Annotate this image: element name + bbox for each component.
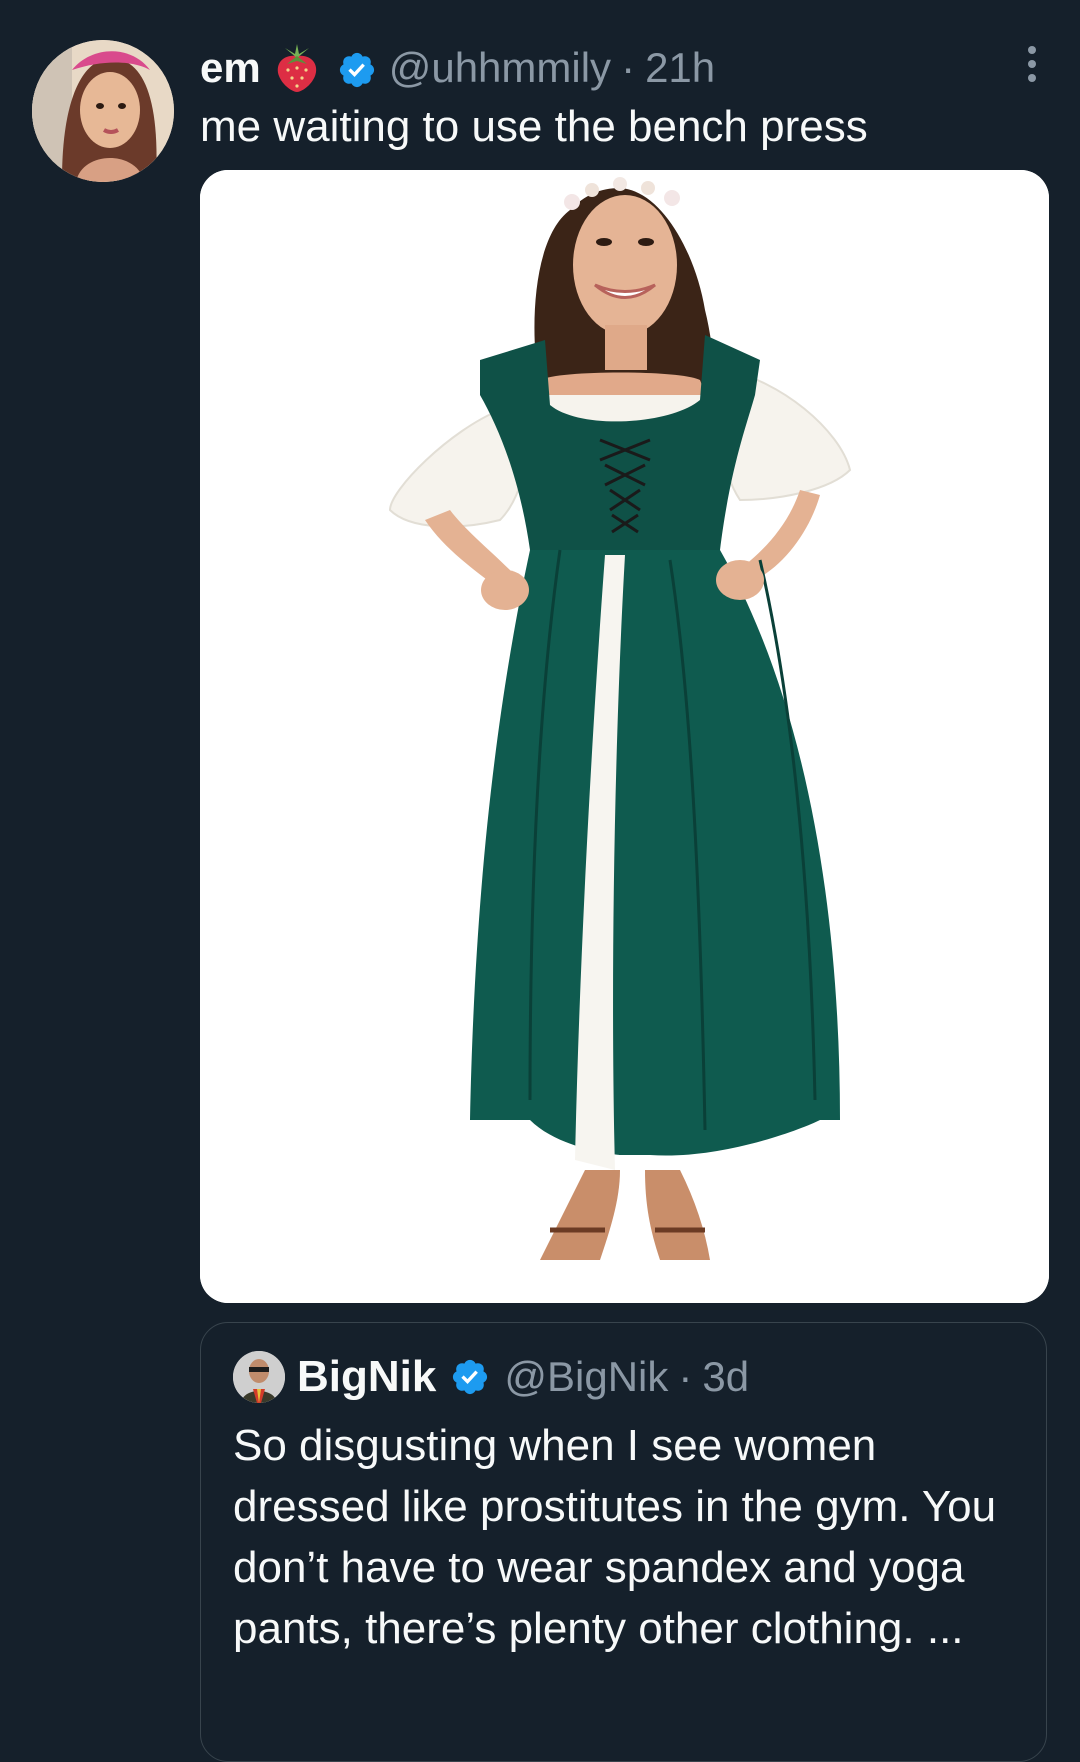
author-display-name[interactable]: em bbox=[200, 40, 261, 96]
more-options-icon[interactable] bbox=[1024, 44, 1040, 84]
tweet-timestamp[interactable]: 21h bbox=[645, 40, 715, 96]
tweet-media-image[interactable] bbox=[200, 170, 1049, 1303]
quoted-tweet-header: BigNik @BigNik · 3d bbox=[233, 1347, 749, 1407]
quoted-tweet-text: So disgusting when I see women dressed l… bbox=[233, 1421, 997, 1653]
tweet[interactable]: em @uhhmmily · 21h me waiting to use the… bbox=[0, 0, 1080, 1762]
author-handle[interactable]: @uhhmmily bbox=[389, 40, 611, 96]
author-avatar[interactable] bbox=[32, 40, 174, 182]
quoted-tweet[interactable]: BigNik @BigNik · 3d So disgusting when I… bbox=[200, 1322, 1047, 1762]
tweet-text: me waiting to use the bench press bbox=[200, 102, 868, 151]
quoted-tweet-timestamp[interactable]: 3d bbox=[702, 1353, 749, 1401]
quoted-author-display-name[interactable]: BigNik bbox=[297, 1352, 436, 1402]
tweet-header: em @uhhmmily · 21h bbox=[200, 40, 715, 96]
quoted-author-avatar[interactable] bbox=[233, 1351, 285, 1403]
quoted-header-separator: · bbox=[678, 1353, 693, 1400]
verified-badge-icon[interactable] bbox=[337, 48, 377, 88]
quoted-author-handle[interactable]: @BigNik bbox=[504, 1353, 668, 1401]
strawberry-icon bbox=[273, 42, 321, 94]
verified-badge-icon[interactable] bbox=[450, 1357, 490, 1397]
header-separator: · bbox=[621, 44, 636, 91]
